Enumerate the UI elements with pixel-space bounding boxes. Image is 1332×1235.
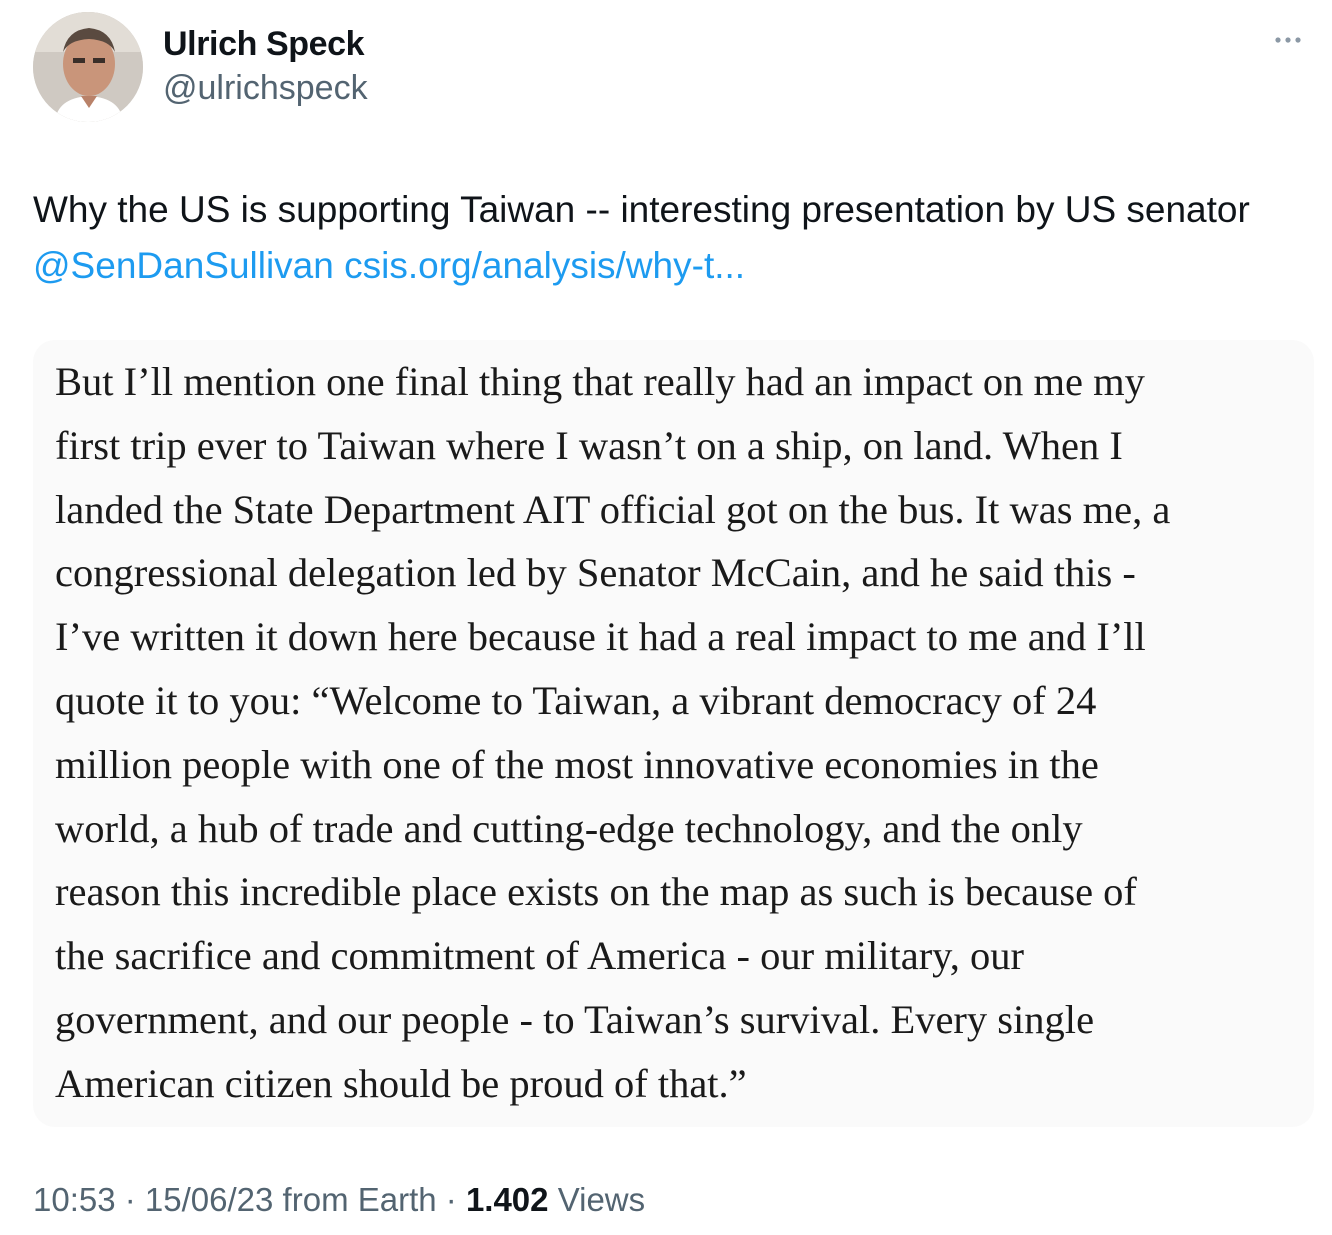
tweet-text-body: Why the US is supporting Taiwan -- inter… [33, 189, 1250, 230]
mention-link[interactable]: @SenDanSullivan [33, 245, 334, 286]
quote-line: million people with one of the most inno… [55, 741, 1099, 787]
quote-line: But I’ll mention one final thing that re… [55, 359, 1145, 404]
tweet-time[interactable]: 10:53 [33, 1181, 116, 1218]
more-options-button[interactable] [1266, 26, 1310, 54]
quote-line: the sacrifice and commitment of America … [55, 933, 1025, 979]
quote-line: congressional delegation led by Senator … [55, 550, 1136, 596]
article-link[interactable]: csis.org/analysis/why-t... [344, 245, 745, 286]
quote-line: first trip ever to Taiwan where I wasn’t… [55, 422, 1123, 468]
author-handle[interactable]: @ulrichspeck [163, 66, 368, 110]
author-display-name[interactable]: Ulrich Speck [163, 22, 368, 66]
quote-line: landed the State Department AIT official… [55, 486, 1171, 532]
tweet-meta: 10:53 · 15/06/23 from Earth · 1.402 View… [33, 1178, 645, 1222]
quote-text: But I’ll mention one final thing that re… [55, 350, 1170, 1116]
author-block[interactable]: Ulrich Speck @ulrichspeck [163, 22, 368, 110]
quote-line: reason this incredible place exists on t… [55, 869, 1137, 915]
avatar[interactable] [33, 12, 143, 122]
more-horizontal-icon [1275, 37, 1301, 43]
avatar-photo [33, 12, 143, 122]
quote-line: American citizen should be proud of that… [55, 1060, 747, 1106]
views-label[interactable]: Views [549, 1181, 645, 1218]
quote-line: world, a hub of trade and cutting-edge t… [55, 805, 1083, 851]
tweet-date[interactable]: 15/06/23 [145, 1181, 273, 1218]
quote-line: government, and our people - to Taiwan’s… [55, 996, 1095, 1042]
quote-image[interactable]: But I’ll mention one final thing that re… [33, 340, 1314, 1127]
views-count[interactable]: 1.402 [466, 1181, 549, 1218]
quote-line: quote it to you: “Welcome to Taiwan, a v… [55, 677, 1097, 723]
quote-line: I’ve written it down here because it had… [55, 614, 1146, 660]
meta-separator: · [115, 1181, 145, 1218]
meta-separator: · [436, 1181, 466, 1218]
tweet-text: Why the US is supporting Taiwan -- inter… [33, 182, 1303, 294]
tweet-source: from Earth [273, 1181, 437, 1218]
